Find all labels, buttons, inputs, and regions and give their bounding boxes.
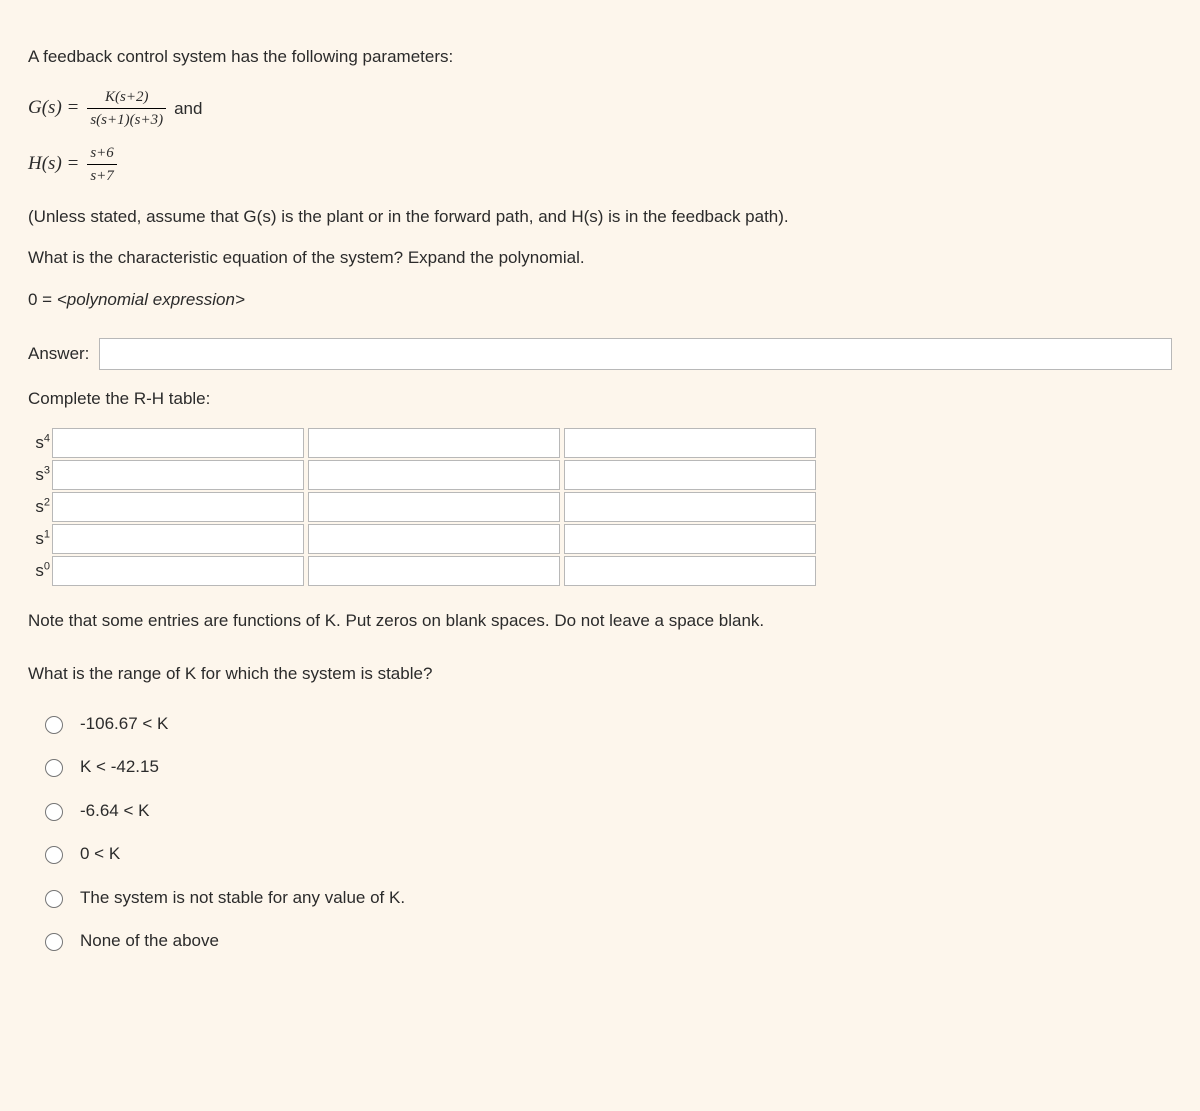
rh-s1-c1[interactable] xyxy=(52,524,304,554)
rh-label-s2: s2 xyxy=(28,494,50,520)
option-6-label: None of the above xyxy=(80,928,219,954)
h-denominator: s+7 xyxy=(87,164,116,188)
option-2[interactable]: K < -42.15 xyxy=(40,754,1172,780)
option-5-radio[interactable] xyxy=(45,890,63,908)
rh-row-s3: s3 xyxy=(28,460,1172,490)
h-fraction: s+6 s+7 xyxy=(87,142,116,188)
option-4-radio[interactable] xyxy=(45,846,63,864)
answer-label: Answer: xyxy=(28,341,89,367)
equation-h: H(s) = s+6 s+7 xyxy=(28,142,1172,188)
rh-s3-c3[interactable] xyxy=(564,460,816,490)
option-5[interactable]: The system is not stable for any value o… xyxy=(40,885,1172,911)
option-3-label: -6.64 < K xyxy=(80,798,149,824)
rh-s2-c2[interactable] xyxy=(308,492,560,522)
rh-s1-c2[interactable] xyxy=(308,524,560,554)
rh-label-s3: s3 xyxy=(28,462,50,488)
rh-s2-c1[interactable] xyxy=(52,492,304,522)
rh-row-s0: s0 xyxy=(28,556,1172,586)
path-note: (Unless stated, assume that G(s) is the … xyxy=(28,204,1172,230)
rh-s0-c2[interactable] xyxy=(308,556,560,586)
rh-s4-c1[interactable] xyxy=(52,428,304,458)
rh-s3-c1[interactable] xyxy=(52,460,304,490)
rh-row-s4: s4 xyxy=(28,428,1172,458)
option-2-radio[interactable] xyxy=(45,759,63,777)
rh-table: s4 s3 s2 s1 s0 xyxy=(28,428,1172,586)
rh-label-s1: s1 xyxy=(28,526,50,552)
rh-s4-c3[interactable] xyxy=(564,428,816,458)
option-4[interactable]: 0 < K xyxy=(40,841,1172,867)
h-numerator: s+6 xyxy=(87,142,116,165)
rh-s4-c2[interactable] xyxy=(308,428,560,458)
option-1-radio[interactable] xyxy=(45,716,63,734)
option-3[interactable]: -6.64 < K xyxy=(40,798,1172,824)
rh-s1-c3[interactable] xyxy=(564,524,816,554)
question-characteristic: What is the characteristic equation of t… xyxy=(28,245,1172,271)
option-1-label: -106.67 < K xyxy=(80,711,168,737)
option-5-label: The system is not stable for any value o… xyxy=(80,885,405,911)
rh-s2-c3[interactable] xyxy=(564,492,816,522)
h-lhs: H(s) = xyxy=(28,150,79,179)
rh-label-s4: s4 xyxy=(28,430,50,456)
rh-s0-c1[interactable] xyxy=(52,556,304,586)
g-lhs: G(s) = xyxy=(28,94,79,123)
option-6[interactable]: None of the above xyxy=(40,928,1172,954)
rh-title: Complete the R-H table: xyxy=(28,386,1172,412)
g-denominator: s(s+1)(s+3) xyxy=(87,108,166,132)
option-3-radio[interactable] xyxy=(45,803,63,821)
g-fraction: K(s+2) s(s+1)(s+3) xyxy=(87,86,166,132)
equation-g: G(s) = K(s+2) s(s+1)(s+3) and xyxy=(28,86,1172,132)
rh-row-s2: s2 xyxy=(28,492,1172,522)
rh-label-s0: s0 xyxy=(28,558,50,584)
option-2-label: K < -42.15 xyxy=(80,754,159,780)
rh-row-s1: s1 xyxy=(28,524,1172,554)
option-6-radio[interactable] xyxy=(45,933,63,951)
rh-s3-c2[interactable] xyxy=(308,460,560,490)
option-1[interactable]: -106.67 < K xyxy=(40,711,1172,737)
rh-note: Note that some entries are functions of … xyxy=(28,608,1172,634)
g-numerator: K(s+2) xyxy=(102,86,151,109)
answer-input[interactable] xyxy=(99,338,1172,370)
option-4-label: 0 < K xyxy=(80,841,120,867)
rh-s0-c3[interactable] xyxy=(564,556,816,586)
question-range: What is the range of K for which the sys… xyxy=(28,661,1172,687)
g-tail: and xyxy=(174,96,202,122)
equation-form: 0 = <polynomial expression> xyxy=(28,287,1172,313)
intro-text: A feedback control system has the follow… xyxy=(28,44,1172,70)
options-group: -106.67 < K K < -42.15 -6.64 < K 0 < K T… xyxy=(28,711,1172,954)
